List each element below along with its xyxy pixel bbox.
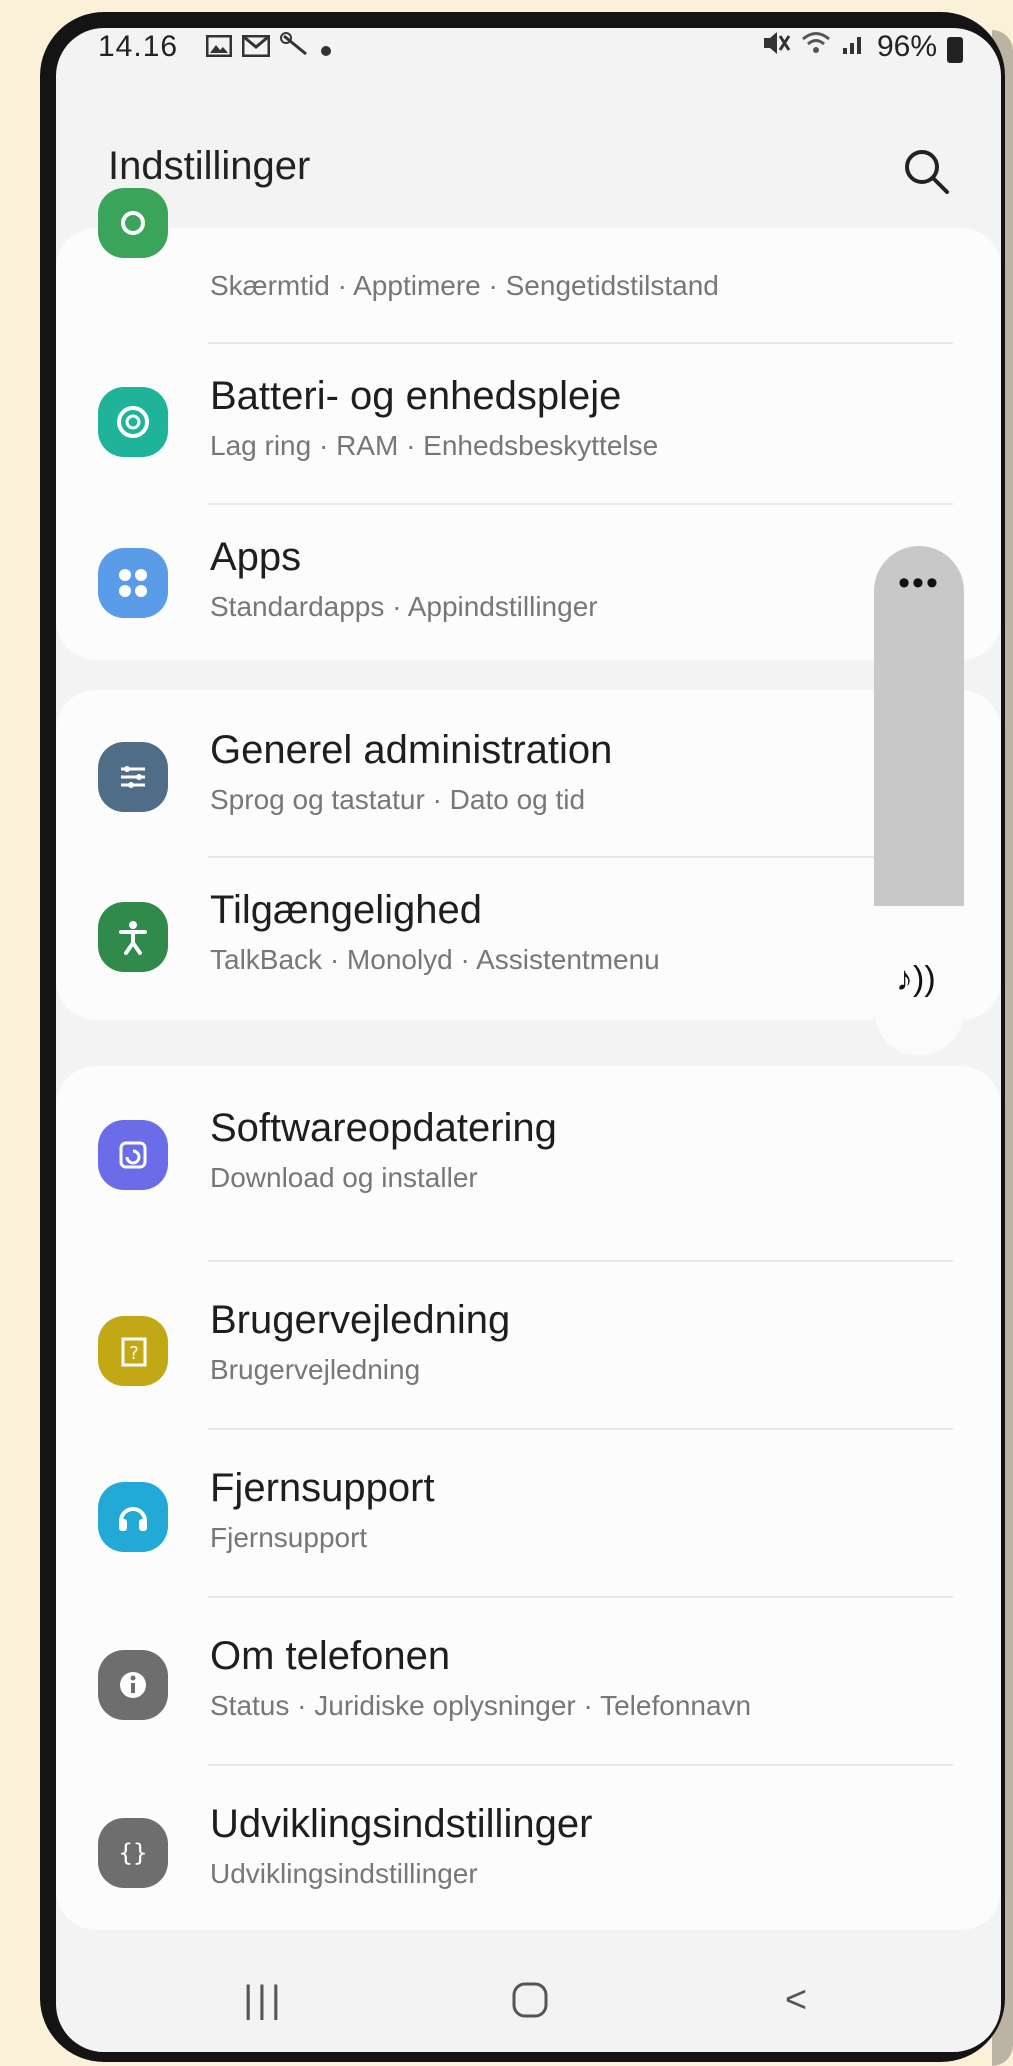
status-icons-right: 96% <box>761 30 963 64</box>
list-item-general-management[interactable]: Generel administration Sprog og tastatur… <box>56 690 1001 856</box>
svg-text:?: ? <box>129 1343 139 1364</box>
signal-icon <box>841 30 867 64</box>
svg-text:{}: {} <box>119 1839 148 1867</box>
list-item-title: Apps <box>210 535 302 579</box>
mute-icon <box>761 30 791 64</box>
headset-icon <box>98 1482 168 1552</box>
sliders-icon <box>98 742 168 812</box>
list-item-subtitle: Download og installer <box>210 1162 478 1193</box>
recents-button[interactable]: ||| <box>224 1970 304 2030</box>
list-item-battery-device-care[interactable]: Batteri- og enhedspleje Lag ring · RAM ·… <box>56 344 1001 502</box>
back-button[interactable]: < <box>756 1970 836 2030</box>
list-item-title: Softwareopdatering <box>210 1106 557 1150</box>
list-item-title: Udviklingsindstillinger <box>210 1802 593 1846</box>
music-note-icon[interactable]: ♪)) <box>896 960 936 999</box>
list-item-digital-wellbeing[interactable]: Skærmtid · Apptimere · Sengetidstilstand <box>56 188 1001 328</box>
list-item-title: Tilgængelighed <box>210 888 483 932</box>
status-bar: 14.16 96% <box>56 28 1001 80</box>
list-item-title: Batteri- og enhedspleje <box>210 374 622 418</box>
list-item-subtitle: Brugervejledning <box>210 1354 421 1385</box>
list-item-software-update[interactable]: Softwareopdatering Download og installer <box>56 1066 1001 1236</box>
list-item-developer-options[interactable]: {} Udviklingsindstillinger Udviklingsind… <box>56 1766 1001 1930</box>
list-item-subtitle: Udviklingsindstillinger <box>210 1858 478 1889</box>
more-options-button[interactable]: ••• <box>874 564 964 603</box>
list-item-subtitle: Sprog og tastatur · Dato og tid <box>210 784 586 815</box>
list-item-user-manual[interactable]: ? Brugervejledning Brugervejledning <box>56 1262 1001 1428</box>
status-icons-left <box>205 32 332 65</box>
search-icon <box>905 150 949 194</box>
list-item-subtitle: Lag ring · RAM · Enhedsbeskyttelse <box>210 430 659 461</box>
wifi-icon <box>801 30 831 64</box>
navigation-bar: ||| < <box>56 1948 1001 2052</box>
battery-text: 96% <box>876 30 937 63</box>
list-item-subtitle: TalkBack · Monolyd · Assistentmenu <box>210 944 660 975</box>
home-icon <box>512 1982 548 2018</box>
list-item-title: Om telefonen <box>210 1634 451 1678</box>
list-item-subtitle: Fjernsupport <box>210 1522 368 1553</box>
list-item-subtitle: Skærmtid · Apptimere · Sengetidstilstand <box>210 270 719 301</box>
list-item-apps[interactable]: Apps Standardapps · Appindstillinger <box>56 505 1001 660</box>
status-time: 14.16 <box>98 30 179 63</box>
settings-card-support: Softwareopdatering Download og installer… <box>56 1066 1001 1930</box>
gmail-icon <box>241 33 271 64</box>
search-button[interactable] <box>897 142 957 202</box>
settings-card-general: Generel administration Sprog og tastatur… <box>56 690 1001 1020</box>
user-manual-icon: ? <box>98 1316 168 1386</box>
battery-icon <box>947 37 963 63</box>
tools-icon <box>280 32 310 65</box>
page-title: Indstillinger <box>108 144 311 188</box>
list-item-title: Brugervejledning <box>210 1298 511 1342</box>
list-item-remote-support[interactable]: Fjernsupport Fjernsupport <box>56 1430 1001 1596</box>
settings-card-apps: Skærmtid · Apptimere · Sengetidstilstand… <box>56 188 1001 660</box>
list-item-title: Fjernsupport <box>210 1466 435 1510</box>
dot-icon <box>320 33 332 64</box>
device-care-icon <box>98 387 168 457</box>
list-item-accessibility[interactable]: Tilgængelighed TalkBack · Monolyd · Assi… <box>56 858 1001 1020</box>
info-icon <box>98 1650 168 1720</box>
digital-wellbeing-icon <box>98 188 168 258</box>
screen: 14.16 96% Indstillinger Skærmtid · Appti… <box>56 28 1001 2052</box>
list-item-subtitle: Status · Juridiske oplysninger · Telefon… <box>210 1690 752 1721</box>
floating-volume-panel[interactable]: ••• ♪)) <box>874 546 964 1056</box>
list-item-title: Generel administration <box>210 728 613 772</box>
gallery-icon <box>205 33 233 64</box>
software-update-icon <box>98 1120 168 1190</box>
developer-options-icon: {} <box>98 1818 168 1888</box>
list-item-subtitle: Standardapps · Appindstillinger <box>210 591 598 622</box>
apps-icon <box>98 548 168 618</box>
home-button[interactable] <box>490 1970 570 2030</box>
list-item-about-phone[interactable]: Om telefonen Status · Juridiske oplysnin… <box>56 1598 1001 1764</box>
accessibility-icon <box>98 902 168 972</box>
